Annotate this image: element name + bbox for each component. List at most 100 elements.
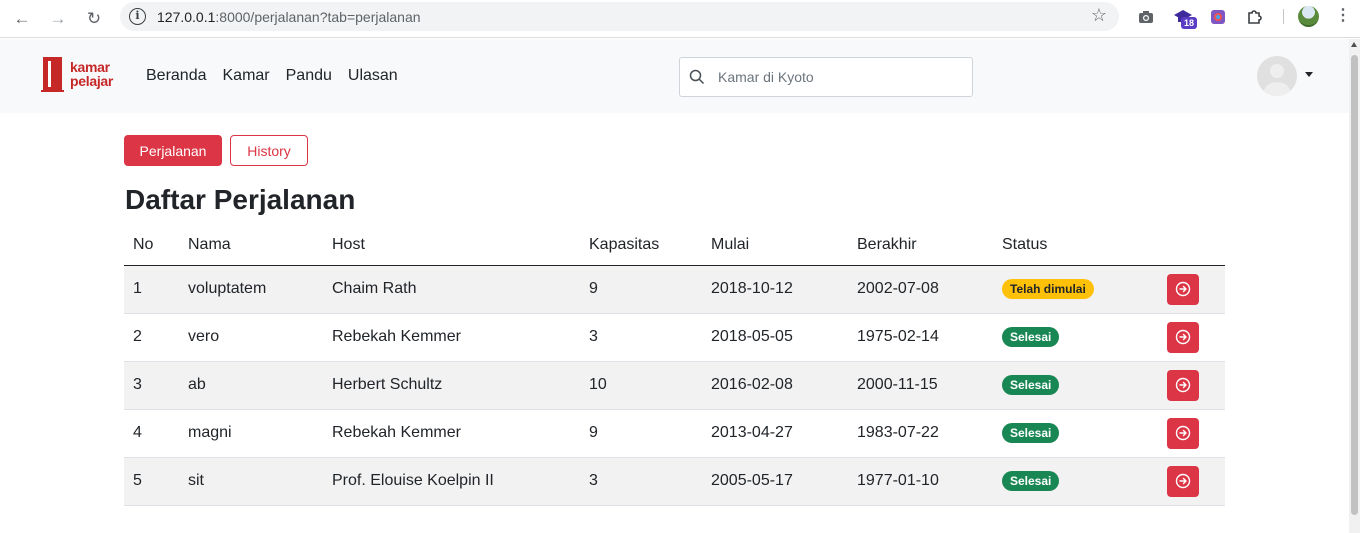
toolbar-separator [1283,9,1284,24]
address-bar[interactable]: i 127.0.0.1:8000/perjalanan?tab=perjalan… [120,2,1119,31]
nav-beranda[interactable]: Beranda [146,67,207,85]
table-row: 4 magni Rebekah Kemmer 9 2013-04-27 1983-07-2… [124,409,1225,458]
header-kapasitas: Kapasitas [580,225,702,266]
forward-icon[interactable]: → [44,5,72,33]
cell-berakhir: 1983-07-22 [848,409,993,458]
cell-host: Chaim Rath [323,265,580,314]
open-trip-button[interactable] [1167,273,1199,305]
arrow-right-circle-icon [1175,425,1191,441]
site-info-icon[interactable]: i [129,8,146,25]
brand-name: kamar pelajar [70,59,114,89]
cell-mulai: 2005-05-17 [702,457,848,506]
color-picker-extension-icon[interactable] [1207,6,1229,28]
cell-no: 2 [124,313,179,362]
browser-toolbar: ← → ↻ i 127.0.0.1:8000/perjalanan?tab=pe… [0,0,1360,38]
cell-host: Herbert Schultz [323,361,580,410]
browser-profile-avatar[interactable] [1298,6,1319,27]
arrow-right-circle-icon [1175,281,1191,297]
status-badge: Selesai [1002,375,1060,395]
open-trip-button[interactable] [1167,321,1199,353]
cell-kapasitas: 3 [580,313,702,362]
cell-no: 5 [124,457,179,506]
cell-status: Selesai [993,457,1152,506]
search-box [679,57,973,97]
user-silhouette-icon [1264,64,1290,96]
trip-tabs: Perjalanan History [124,135,308,166]
extensions-puzzle-icon[interactable] [1243,6,1265,28]
table-header-row: No Nama Host Kapasitas Mulai Berakhir St… [124,225,1225,266]
header-status: Status [993,225,1152,266]
status-badge: Selesai [1002,423,1060,443]
cell-no: 4 [124,409,179,458]
cell-action [1152,265,1225,314]
cell-no: 1 [124,265,179,314]
cell-status: Selesai [993,313,1152,362]
cell-host: Prof. Elouise Koelpin II [323,457,580,506]
nav-kamar[interactable]: Kamar [223,67,270,85]
cell-mulai: 2018-05-05 [702,313,848,362]
url-text[interactable]: 127.0.0.1:8000/perjalanan?tab=perjalanan [157,9,421,25]
user-menu-caret-icon[interactable] [1305,72,1313,77]
page-scrollbar[interactable] [1349,39,1360,533]
cell-nama: magni [179,409,323,458]
cell-kapasitas: 3 [580,457,702,506]
cell-status: Selesai [993,409,1152,458]
browser-menu-icon[interactable]: ⋮ [1335,6,1351,26]
cell-nama: vero [179,313,323,362]
extension-badge: 18 [1181,17,1198,29]
tab-history[interactable]: History [230,135,308,166]
status-badge: Selesai [1002,327,1060,347]
reload-icon[interactable]: ↻ [80,5,108,33]
nav-ulasan[interactable]: Ulasan [348,67,398,85]
cell-nama: sit [179,457,323,506]
tab-perjalanan[interactable]: Perjalanan [124,135,222,166]
cell-host: Rebekah Kemmer [323,313,580,362]
cell-berakhir: 2002-07-08 [848,265,993,314]
trips-table: No Nama Host Kapasitas Mulai Berakhir St… [124,225,1225,506]
cell-mulai: 2016-02-08 [702,361,848,410]
cell-nama: ab [179,361,323,410]
table-row: 5 sit Prof. Elouise Koelpin II 3 2005-05-17 1… [124,457,1225,506]
arrow-right-circle-icon [1175,377,1191,393]
header-nama: Nama [179,225,323,266]
open-trip-button[interactable] [1167,369,1199,401]
nav-pandu[interactable]: Pandu [286,67,332,85]
cell-action [1152,313,1225,362]
open-trip-button[interactable] [1167,465,1199,497]
cell-status: Selesai [993,361,1152,410]
arrow-right-circle-icon [1175,329,1191,345]
camera-icon[interactable] [1135,6,1157,28]
cell-mulai: 2018-10-12 [702,265,848,314]
header-mulai: Mulai [702,225,848,266]
scrollbar-thumb[interactable] [1351,55,1358,515]
cell-status: Telah dimulai [993,265,1152,314]
user-avatar[interactable] [1257,56,1297,96]
cell-host: Rebekah Kemmer [323,409,580,458]
cell-action [1152,409,1225,458]
open-trip-button[interactable] [1167,417,1199,449]
table-row: 3 ab Herbert Schultz 10 2016-02-08 2000-11-15… [124,361,1225,410]
scroll-up-arrow-icon[interactable] [1351,42,1357,47]
search-icon [689,69,705,85]
bookmark-star-icon[interactable]: ☆ [1091,5,1107,26]
back-icon[interactable]: ← [8,5,36,33]
cell-mulai: 2013-04-27 [702,409,848,458]
app-navbar: kamar pelajar Beranda Kamar Pandu Ulasan [0,39,1349,113]
brand-logo[interactable]: kamar pelajar [40,55,113,93]
header-host: Host [323,225,580,266]
header-berakhir: Berakhir [848,225,993,266]
arrow-right-circle-icon [1175,473,1191,489]
cell-action [1152,361,1225,410]
cell-berakhir: 2000-11-15 [848,361,993,410]
cell-kapasitas: 10 [580,361,702,410]
page-title: Daftar Perjalanan [125,184,356,215]
search-input[interactable] [718,58,968,96]
main-menu: Beranda Kamar Pandu Ulasan [146,67,398,85]
header-no: No [124,225,179,266]
cell-kapasitas: 9 [580,265,702,314]
cell-no: 3 [124,361,179,410]
table-row: 1 voluptatem Chaim Rath 9 2018-10-12 2002-07-… [124,265,1225,314]
cell-kapasitas: 9 [580,409,702,458]
status-badge: Telah dimulai [1002,279,1094,299]
cell-action [1152,457,1225,506]
